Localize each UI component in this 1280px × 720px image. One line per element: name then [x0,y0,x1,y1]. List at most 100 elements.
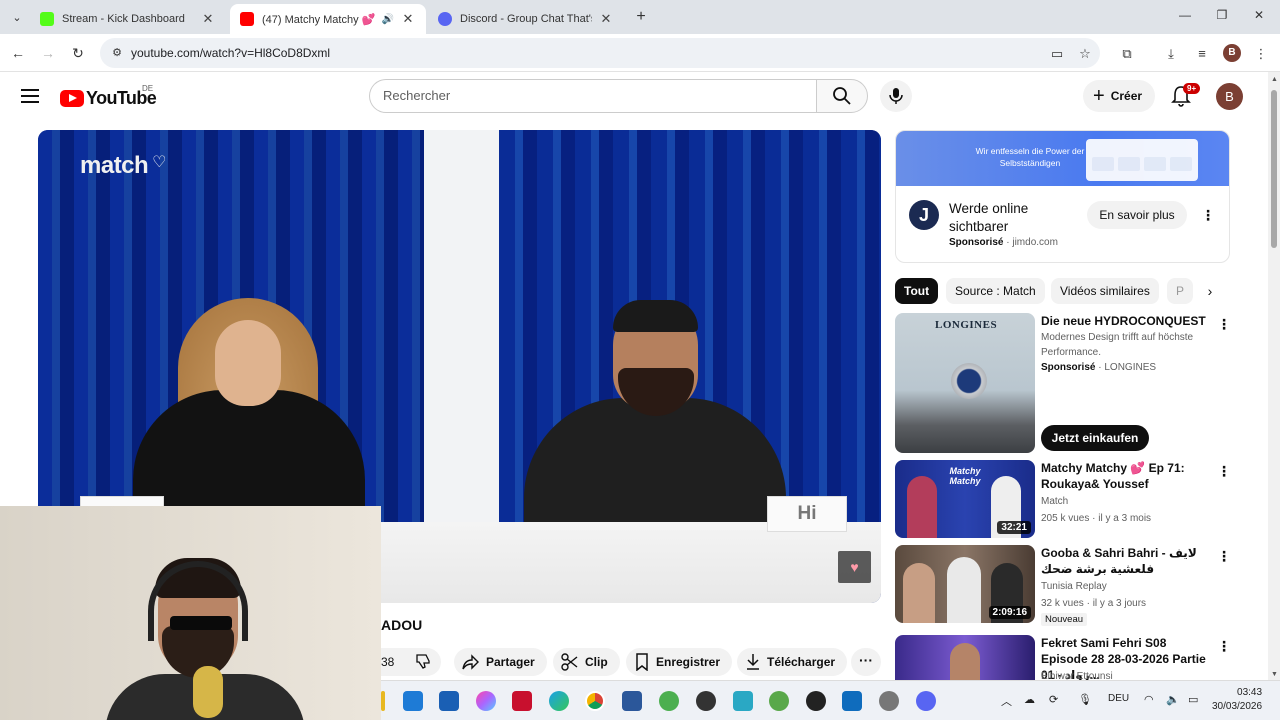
longines-thumbnail[interactable]: LONGINES [895,313,1035,453]
speaker-icon[interactable]: 🔊 [382,14,394,25]
system-monitor-icon[interactable] [842,691,862,711]
video-menu-icon[interactable]: ⋮ [1217,317,1231,331]
like-count[interactable]: 38 [381,648,394,676]
chrome-browser-icon[interactable] [585,691,605,711]
bookmark-star-icon[interactable]: ☆ [1076,46,1094,62]
battery-icon[interactable]: ▭ [1188,693,1198,706]
cast-icon[interactable]: ▭ [1048,46,1066,62]
ad-title[interactable]: Werde online sichtbarer [949,200,1069,236]
channel-name[interactable]: Match [1041,494,1211,509]
create-label: Créer [1110,89,1143,103]
video-title[interactable]: Gooba & Sahri Bahri - لايف فلعشية برشة ض… [1041,545,1209,577]
discord-icon[interactable] [916,691,936,711]
chip-similar-videos[interactable]: Vidéos similaires [1051,278,1159,304]
recommendation-item[interactable]: 2:09:16 Gooba & Sahri Bahri - لايف فلعشي… [895,545,1231,626]
downloads-icon[interactable]: ⤓ [1162,46,1180,62]
chip-all[interactable]: Tout [895,278,939,304]
keyboard-language[interactable]: DEU [1108,693,1129,704]
file-explorer-icon[interactable] [381,691,385,711]
recommendation-ad-longines[interactable]: LONGINES Die neue HYDROCONQUEST Modernes… [895,313,1231,453]
video-thumbnail[interactable] [895,635,1035,680]
search-button[interactable] [816,79,868,113]
video-menu-icon[interactable]: ⋮ [1217,464,1231,478]
video-title: ADOU [381,617,423,633]
more-actions-button[interactable]: ··· [851,648,881,676]
ad-menu-icon[interactable]: ⋮ [1201,208,1215,222]
close-tab-icon[interactable]: ✕ [598,11,614,27]
channel-branding-icon[interactable]: ♥ [838,551,871,583]
save-button[interactable]: Enregistrer [626,648,733,676]
onedrive-cloud-icon[interactable]: ☁ [1024,693,1035,706]
word-app-icon[interactable] [622,691,642,711]
volume-icon[interactable]: 🔈 [1166,693,1180,706]
shop-now-button[interactable]: Jetzt einkaufen [1041,425,1149,451]
forward-button[interactable]: → [38,43,58,63]
taskbar-clock[interactable]: 03:43 30/03/2026 [1212,686,1262,714]
close-tab-icon[interactable]: ✕ [400,11,416,27]
tab-kick-dashboard[interactable]: Stream - Kick Dashboard ✕ [30,4,226,34]
app-icon-dark[interactable] [696,691,716,711]
minimize-button[interactable]: — [1175,8,1195,22]
edge-browser-icon[interactable] [549,691,569,711]
create-button[interactable]: + Créer [1083,80,1155,112]
extensions-icon[interactable]: ⧉ [1118,46,1136,62]
tab-youtube-active[interactable]: (47) Matchy Matchy 💕 Ep 🔊 ✕ [230,4,426,34]
video-title[interactable]: Die neue HYDROCONQUEST [1041,313,1209,329]
media-control-icon[interactable]: ≡ [1193,46,1211,61]
voice-search-button[interactable] [880,80,912,112]
video-menu-icon[interactable]: ⋮ [1217,549,1231,563]
paint-app-icon[interactable] [403,691,423,711]
search-box[interactable] [369,79,816,113]
mcafee-icon[interactable] [512,691,532,711]
address-bar[interactable]: ⚙ youtube.com/watch?v=Hl8CoD8Dxml [100,38,1100,68]
scroll-up-arrow-icon[interactable]: ▲ [1271,76,1278,83]
browser-menu-icon[interactable]: ⋮ [1252,46,1270,62]
channel-name[interactable]: Tunisia Replay [1041,579,1211,594]
recommendation-item[interactable]: Fekret Sami Fehri S08 Episode 28 28-03-2… [895,635,1230,680]
share-button[interactable]: Partager [454,648,547,676]
learn-more-button[interactable]: En savoir plus [1087,201,1187,229]
channel-name[interactable]: Elhiwar Ettounsi [1041,669,1211,680]
site-info-icon[interactable]: ⚙ [110,46,124,60]
tab-discord[interactable]: Discord - Group Chat That's All ✕ [428,4,624,34]
wifi-icon[interactable]: ◠ [1144,693,1154,706]
clip-button[interactable]: Clip [553,648,620,676]
url-text[interactable]: youtube.com/watch?v=Hl8CoD8Dxml [131,46,330,60]
utorrent-icon[interactable] [659,691,679,711]
page-scrollbar[interactable]: ▲ ▼ [1268,72,1280,680]
chip-partial[interactable]: P [1167,278,1194,304]
plus-icon: + [1093,85,1105,107]
microphone-tray-icon[interactable]: 🎙 [1078,693,1092,706]
new-tab-button[interactable]: + [632,8,650,26]
video-menu-icon[interactable]: ⋮ [1217,639,1230,653]
video-thumbnail[interactable]: Matchy Matchy 32:21 [895,460,1035,538]
chips-next-arrow-icon[interactable]: › [1198,280,1222,304]
chip-source-match[interactable]: Source : Match [946,278,1045,304]
recommendation-item[interactable]: Matchy Matchy 32:21 Matchy Matchy 💕 Ep 7… [895,460,1231,538]
copilot-icon[interactable] [476,691,496,711]
scrollbar-thumb[interactable] [1271,90,1277,248]
scroll-down-arrow-icon[interactable]: ▼ [1271,671,1278,678]
sponsored-ad-card[interactable]: Wir entfesseln die Power der Selbstständ… [895,130,1230,263]
search-input[interactable] [383,88,783,103]
browser-profile-avatar[interactable]: B [1223,44,1241,62]
sync-icon[interactable]: ⟳ [1049,693,1058,706]
download-button[interactable]: Télécharger [737,648,848,676]
close-window-button[interactable]: ✕ [1249,8,1269,22]
dislike-icon[interactable] [415,653,431,669]
close-tab-icon[interactable]: ✕ [200,11,216,27]
calculator-app-icon[interactable] [439,691,459,711]
tab-search-chevron-icon[interactable]: ⌄ [6,6,28,28]
tray-overflow-chevron-icon[interactable]: ︿ [1001,693,1012,709]
back-button[interactable]: ← [8,43,28,63]
video-title[interactable]: Matchy Matchy 💕 Ep 71: Roukaya& Youssef [1041,460,1209,492]
account-avatar[interactable]: B [1216,83,1243,110]
obs-studio-icon[interactable] [806,691,826,711]
guide-menu-icon[interactable] [21,89,39,103]
excel-sync-icon[interactable] [769,691,789,711]
settings-gear-icon[interactable] [879,691,899,711]
reload-button[interactable]: ↻ [68,43,88,63]
notepad-icon[interactable] [733,691,753,711]
video-thumbnail[interactable]: 2:09:16 [895,545,1035,623]
maximize-button[interactable]: ❐ [1212,8,1232,22]
